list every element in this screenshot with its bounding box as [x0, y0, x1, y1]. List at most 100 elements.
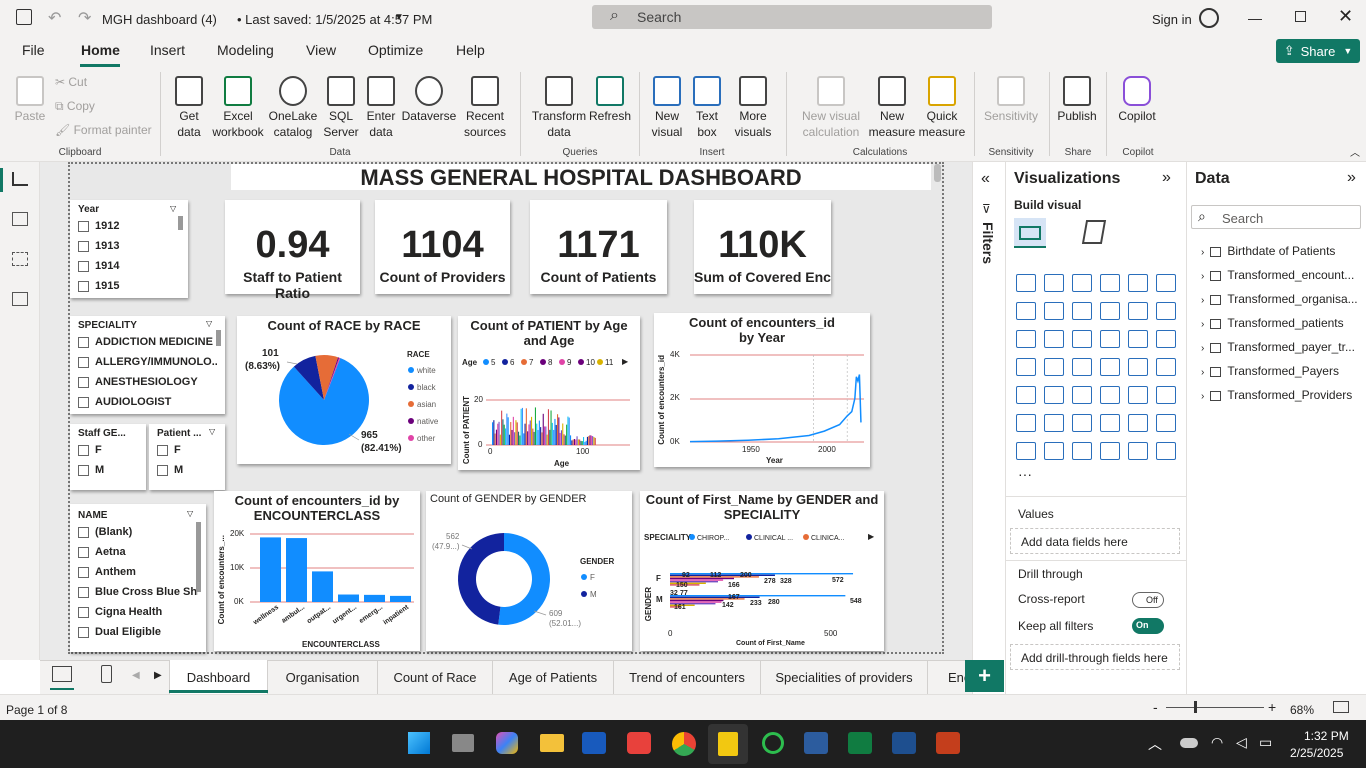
- cross-report-toggle[interactable]: Off: [1132, 592, 1164, 608]
- account-icon[interactable]: [1199, 8, 1219, 28]
- more-visuals-button[interactable]: More visuals: [728, 76, 778, 140]
- chevron-down-icon[interactable]: ▽: [187, 509, 193, 518]
- maximize-icon[interactable]: [1295, 11, 1306, 22]
- onelake-catalog-button[interactable]: OneLake catalog: [266, 76, 320, 140]
- slicer-item[interactable]: ADDICTION MEDICINE: [78, 336, 217, 356]
- slicer-item[interactable]: 1914: [78, 260, 180, 280]
- slicer-item[interactable]: M: [157, 464, 217, 484]
- age-chart[interactable]: Count of PATIENT by Age and Age Age 5678…: [458, 316, 640, 470]
- next-page-icon[interactable]: ▶: [154, 670, 162, 681]
- ribbon-icon[interactable]: [1100, 302, 1120, 320]
- stacked-area-icon[interactable]: [1072, 302, 1092, 320]
- matrix-icon[interactable]: [1100, 386, 1120, 404]
- python-icon[interactable]: [1156, 386, 1176, 404]
- waterfall-icon[interactable]: [1128, 302, 1148, 320]
- excel-app-icon[interactable]: [848, 732, 872, 754]
- tab-count-of-race[interactable]: Count of Race: [378, 660, 493, 694]
- menu-modeling[interactable]: Modeling: [217, 42, 274, 58]
- keep-filters-toggle[interactable]: On: [1132, 618, 1164, 634]
- name-slicer[interactable]: NAME ▽ (Blank) Aetna Anthem Blue Cross B…: [70, 504, 206, 652]
- smart-narrative-icon[interactable]: [1100, 414, 1120, 432]
- patient-gender-slicer[interactable]: Patient ... ▽ F M: [149, 424, 225, 490]
- collapse-viz-icon[interactable]: »: [1162, 169, 1171, 187]
- refresh-button[interactable]: Refresh: [588, 76, 632, 124]
- chevron-down-icon[interactable]: ▽: [206, 319, 212, 328]
- stacked-bar-icon[interactable]: [1016, 274, 1036, 292]
- dax-query-view-icon[interactable]: [12, 292, 28, 306]
- scatter-icon[interactable]: [1072, 330, 1092, 348]
- zoom-out-icon[interactable]: -: [1153, 699, 1158, 715]
- line-icon[interactable]: [1016, 302, 1036, 320]
- slicer-item[interactable]: 1913: [78, 240, 180, 260]
- word-icon[interactable]: [582, 732, 606, 754]
- diamond-icon[interactable]: [1100, 442, 1120, 460]
- shape-map-icon[interactable]: [1072, 442, 1092, 460]
- clock-time[interactable]: 1:32 PM: [1304, 729, 1349, 743]
- kpi-icon[interactable]: [1016, 386, 1036, 404]
- fit-to-page-icon[interactable]: [1333, 701, 1349, 713]
- filled-map-icon[interactable]: [1044, 358, 1064, 376]
- slicer-item[interactable]: F: [157, 444, 217, 464]
- excel-workbook-button[interactable]: Excel workbook: [210, 76, 266, 140]
- redo-icon[interactable]: ↷: [78, 8, 91, 28]
- chevron-up-icon[interactable]: ︿: [1148, 734, 1162, 754]
- legend-next-icon[interactable]: ▶: [622, 357, 628, 366]
- sign-in-link[interactable]: Sign in: [1152, 12, 1192, 27]
- tab-dashboard[interactable]: Dashboard: [169, 660, 268, 694]
- speciality-slicer[interactable]: SPECIALITY ▽ ADDICTION MEDICINE ALLERGY/…: [70, 316, 225, 414]
- volume-icon[interactable]: ◁: [1236, 734, 1247, 751]
- table-view-icon[interactable]: [12, 212, 28, 226]
- close-icon[interactable]: ✕: [1338, 6, 1353, 27]
- power-apps-icon[interactable]: [1016, 442, 1036, 460]
- menu-view[interactable]: View: [306, 42, 336, 58]
- slicer-item[interactable]: ALLERGY/IMMUNOLO...: [78, 356, 217, 376]
- kpi-card-patients[interactable]: 1171 Count of Patients: [530, 200, 667, 294]
- copilot-app-icon[interactable]: [496, 732, 518, 754]
- powerpoint-icon[interactable]: [936, 732, 960, 754]
- prev-page-icon[interactable]: ◀: [132, 670, 140, 681]
- report-view-icon[interactable]: [12, 172, 28, 186]
- data-table-item[interactable]: › Transformed_Providers: [1201, 388, 1365, 402]
- desktop-layout-icon[interactable]: [52, 666, 72, 682]
- slicer-scrollbar[interactable]: [216, 330, 221, 346]
- paste-button[interactable]: Paste: [10, 76, 50, 124]
- anydesk-icon[interactable]: [627, 732, 651, 754]
- model-view-icon[interactable]: [12, 252, 28, 266]
- drill-drop-zone[interactable]: Add drill-through fields here: [1010, 644, 1180, 670]
- copy-button[interactable]: ⧉ Copy: [55, 98, 95, 114]
- tab-age-of-patients[interactable]: Age of Patients: [493, 660, 614, 694]
- encounters-year-chart[interactable]: Count of encounters_id by Year Count of …: [654, 313, 870, 467]
- quick-measure-button[interactable]: Quick measure: [916, 76, 968, 140]
- cloud-icon[interactable]: [1180, 738, 1198, 748]
- clustered-column-icon[interactable]: [1100, 274, 1120, 292]
- values-drop-zone[interactable]: Add data fields here: [1010, 528, 1180, 554]
- r-visual-icon[interactable]: [1128, 386, 1148, 404]
- slicer-item[interactable]: M: [78, 464, 138, 484]
- data-table-item[interactable]: › Birthdate of Patients: [1201, 244, 1365, 258]
- key-influencers-icon[interactable]: [1044, 414, 1064, 432]
- slicer-item[interactable]: F: [78, 444, 138, 464]
- expand-filters-icon[interactable]: «: [981, 170, 990, 188]
- new-visual-calculation-button[interactable]: New visual calculation: [796, 76, 866, 140]
- clock-date[interactable]: 2/25/2025: [1290, 746, 1343, 760]
- data-table-item[interactable]: › Transformed_encount...: [1201, 268, 1365, 282]
- format-painter-button[interactable]: 🖌 Format painter: [55, 122, 152, 138]
- 100-column-icon[interactable]: [1156, 274, 1176, 292]
- slicer-item[interactable]: 1912: [78, 220, 180, 240]
- slicer-item[interactable]: (Blank): [78, 526, 198, 546]
- gauge-icon[interactable]: [1100, 358, 1120, 376]
- paginated-icon[interactable]: [1128, 414, 1148, 432]
- funnel-icon[interactable]: [1156, 302, 1176, 320]
- format-visual-icon[interactable]: [1081, 220, 1107, 244]
- save-icon[interactable]: [16, 9, 32, 25]
- new-measure-button[interactable]: New measure: [868, 76, 916, 140]
- slicer-item[interactable]: AUDIOLOGIST: [78, 396, 217, 416]
- slicer-icon[interactable]: [1044, 386, 1064, 404]
- minimize-icon[interactable]: —: [1248, 10, 1262, 26]
- decomposition-icon[interactable]: [1016, 414, 1036, 432]
- task-view-icon[interactable]: [452, 734, 474, 752]
- 100-bar-icon[interactable]: [1128, 274, 1148, 292]
- firstname-chart[interactable]: Count of First_Name by GENDER and SPECIA…: [640, 491, 884, 651]
- share-button[interactable]: ⇪ Share ▼: [1276, 39, 1360, 63]
- gender-chart[interactable]: Count of GENDER by GENDER FM GENDER 562 …: [426, 491, 632, 651]
